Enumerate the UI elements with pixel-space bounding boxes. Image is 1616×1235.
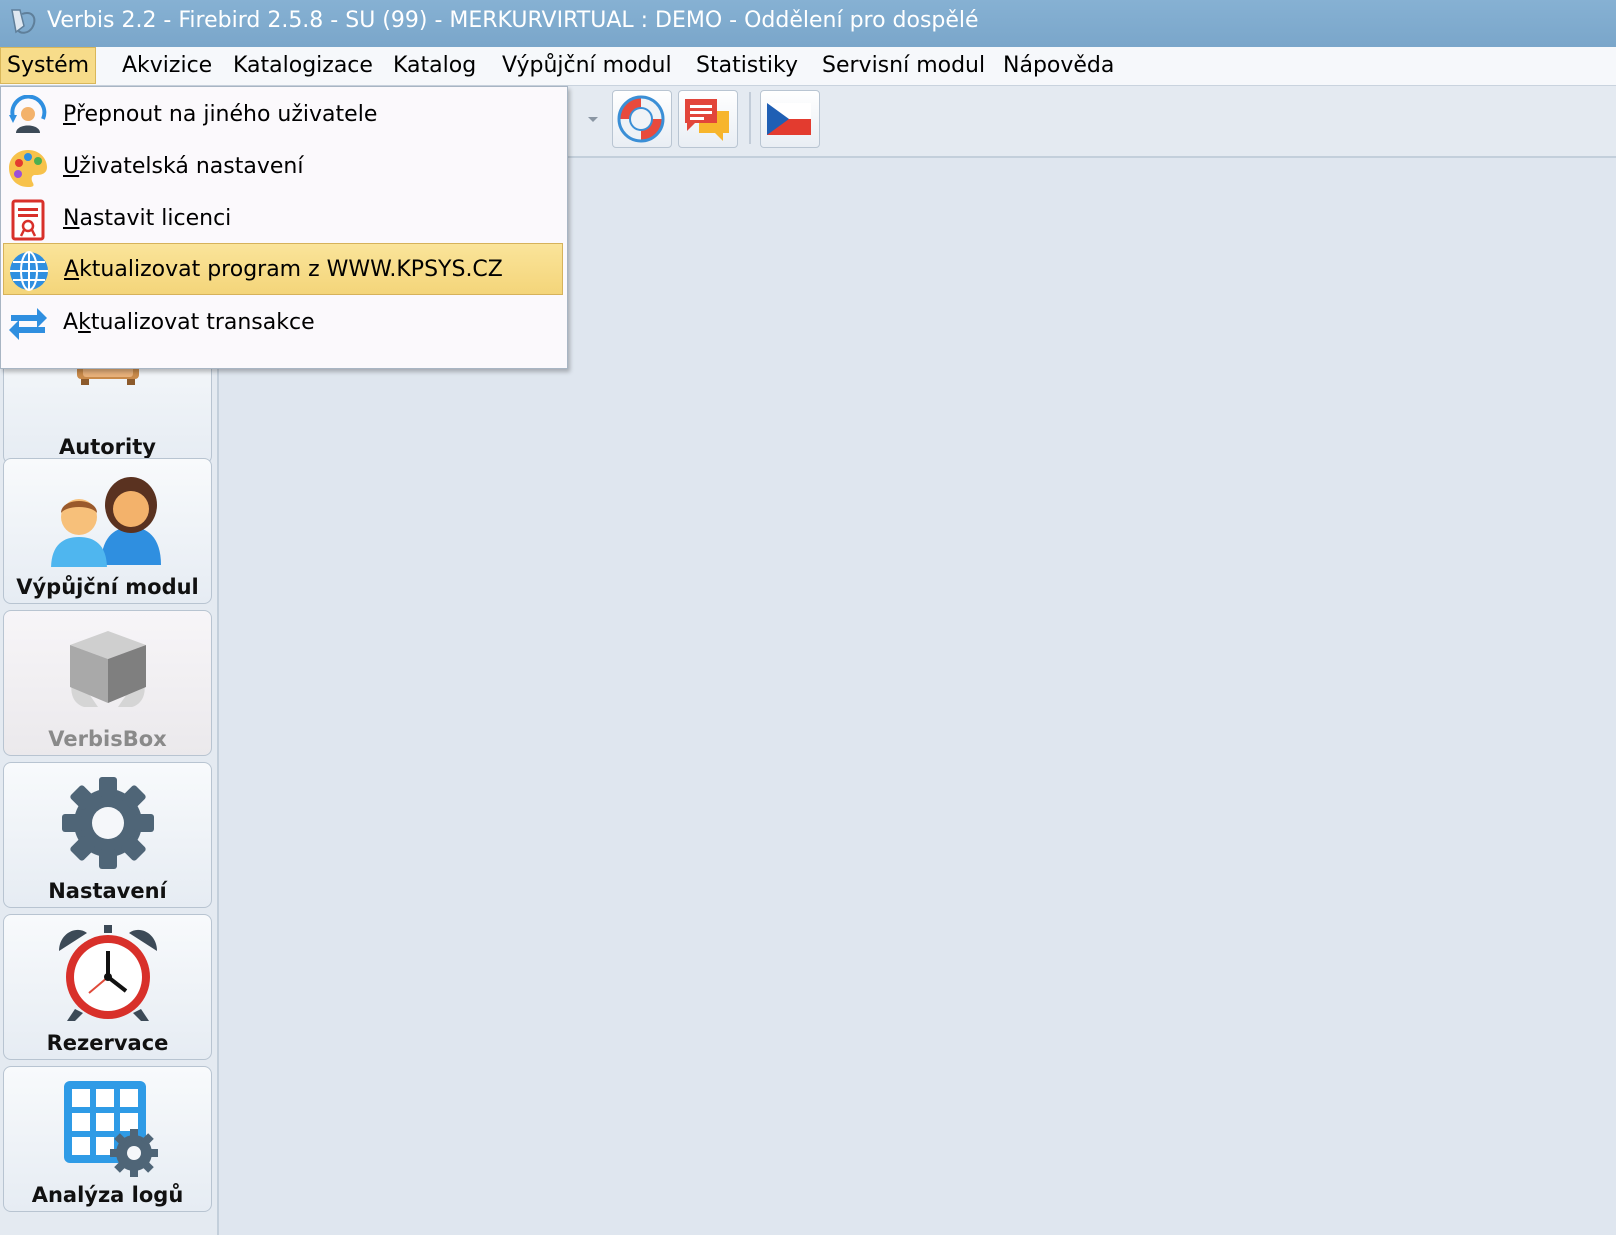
toolbar-separator <box>749 92 751 144</box>
module-label: VerbisBox <box>48 727 167 751</box>
menu-statistiky[interactable]: Statistiky <box>690 47 804 84</box>
menu-item-label: astavit licenci <box>79 206 232 231</box>
menu-vypujcni-modul[interactable]: Výpůjční modul <box>496 47 678 84</box>
system-menu-dropdown: Přepnout na jiného uživatele Uživatelská… <box>0 86 568 369</box>
czech-flag-icon <box>767 103 811 135</box>
menu-item-label: tualizovat transakce <box>90 310 315 335</box>
alarm-clock-icon <box>58 925 157 1021</box>
module-label: Autority <box>59 435 156 459</box>
menu-item-label: ktualizovat program z WWW.KPSYS.CZ <box>79 257 503 282</box>
accelerator-key: A <box>64 257 80 282</box>
module-label: Rezervace <box>46 1031 169 1055</box>
menu-system[interactable]: Systém <box>0 47 97 84</box>
window-title: Verbis 2.2 - Firebird 2.5.8 - SU (99) - … <box>47 8 979 33</box>
menu-item-update-transactions[interactable]: Aktualizovat transakce <box>3 297 563 349</box>
accelerator-key: P <box>63 102 76 127</box>
gear-icon <box>61 777 154 869</box>
menu-akvizice[interactable]: Akvizice <box>116 47 218 84</box>
menu-item-label-prefix: A <box>63 310 79 335</box>
title-bar: Verbis 2.2 - Firebird 2.5.8 - SU (99) - … <box>0 0 1616 47</box>
palette-icon <box>9 150 47 187</box>
chat-icon <box>685 99 729 141</box>
module-label: Výpůjční modul <box>16 575 199 599</box>
language-button[interactable] <box>760 90 820 148</box>
module-nastaveni[interactable]: Nastavení <box>3 762 212 908</box>
chevron-down-icon[interactable] <box>586 112 600 126</box>
sync-icon <box>9 308 47 340</box>
menu-item-label: živatelská nastavení <box>79 154 304 179</box>
module-label: Analýza logů <box>31 1183 184 1207</box>
messages-button[interactable] <box>678 90 738 148</box>
menu-servisni-modul[interactable]: Servisní modul <box>816 47 991 84</box>
box-icon <box>69 631 146 707</box>
module-label: Nastavení <box>48 879 167 903</box>
accelerator-key: k <box>78 310 91 335</box>
menu-item-label: řepnout na jiného uživatele <box>75 102 378 127</box>
people-icon <box>50 477 161 567</box>
accelerator-key: U <box>63 154 80 179</box>
menu-item-switch-user[interactable]: Přepnout na jiného uživatele <box>3 89 563 141</box>
menu-katalogizace[interactable]: Katalogizace <box>227 47 379 84</box>
menu-item-user-settings[interactable]: Uživatelská nastavení <box>3 141 563 193</box>
menu-item-update-program[interactable]: Aktualizovat program z WWW.KPSYS.CZ <box>3 243 563 295</box>
help-button[interactable] <box>612 90 672 148</box>
globe-icon <box>10 251 48 291</box>
verbis-app-icon <box>11 9 36 34</box>
module-analyza-logu[interactable]: Analýza logů <box>3 1066 212 1212</box>
module-rezervace[interactable]: Rezervace <box>3 914 212 1060</box>
menu-bar: Systém Akvizice Katalogizace Katalog Výp… <box>0 47 1616 86</box>
module-vypujcni-modul[interactable]: Výpůjční modul <box>3 458 212 604</box>
module-verbisbox[interactable]: VerbisBox <box>3 610 212 756</box>
menu-napoveda[interactable]: Nápověda <box>997 47 1120 84</box>
lifebuoy-icon <box>617 95 665 143</box>
grid-gear-icon <box>63 1081 158 1177</box>
switch-user-icon <box>9 95 47 133</box>
license-icon <box>11 199 45 241</box>
accelerator-key: N <box>63 206 80 231</box>
menu-item-set-license[interactable]: Nastavit licenci <box>3 193 563 245</box>
menu-katalog[interactable]: Katalog <box>387 47 482 84</box>
